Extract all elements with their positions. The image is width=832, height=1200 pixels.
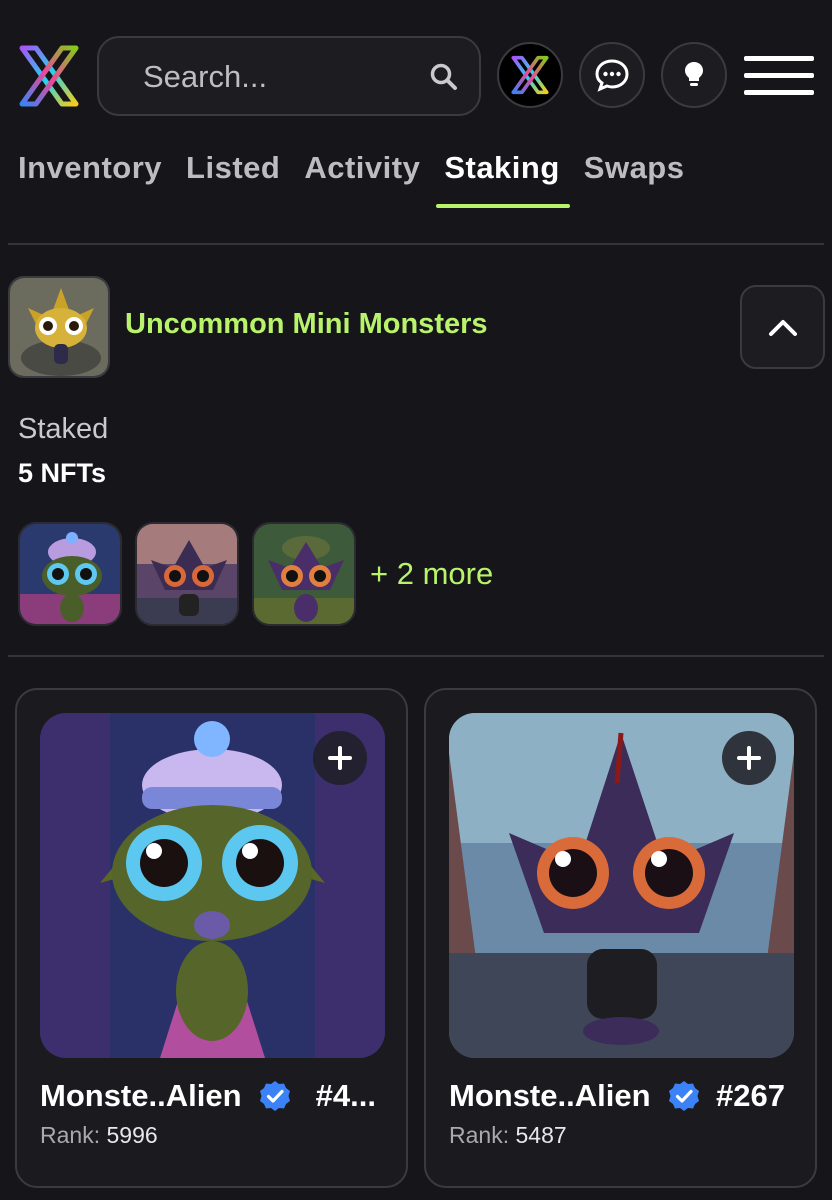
nft-rank: Rank: 5996 [40, 1122, 158, 1149]
divider [8, 655, 824, 657]
search-box[interactable] [97, 36, 481, 116]
nft-card[interactable]: Monste..Alien #4... Rank: 5996 [15, 688, 408, 1188]
verified-badge-icon [258, 1079, 292, 1113]
nft-card[interactable]: Monste..Alien #267 Rank: 5487 [424, 688, 817, 1188]
profile-tabs: Inventory Listed Activity Staking Swaps [18, 150, 709, 208]
collection-thumbnail[interactable] [8, 276, 110, 378]
tips-button[interactable] [661, 42, 727, 108]
more-staked-link[interactable]: + 2 more [370, 556, 493, 592]
header [0, 0, 832, 140]
divider [8, 243, 824, 245]
staked-nft-thumbnail[interactable] [18, 522, 122, 626]
hamburger-menu-icon[interactable] [744, 56, 816, 96]
chat-button[interactable] [579, 42, 645, 108]
rank-label: Rank: [449, 1122, 510, 1148]
nft-image[interactable] [40, 713, 385, 1058]
wallet-button[interactable] [497, 42, 563, 108]
tab-swaps[interactable]: Swaps [584, 150, 685, 208]
chevron-up-icon [768, 320, 797, 336]
chat-icon [595, 59, 629, 92]
nft-rank: Rank: 5487 [449, 1122, 567, 1149]
staked-count: 5 NFTs [18, 458, 107, 488]
staked-nft-thumbnail[interactable] [135, 522, 239, 626]
tab-staking[interactable]: Staking [436, 150, 571, 208]
search-icon[interactable] [429, 62, 459, 92]
search-input[interactable] [143, 58, 413, 96]
app-logo-icon [511, 55, 549, 95]
collapse-button[interactable] [740, 285, 825, 369]
tab-activity[interactable]: Activity [304, 150, 420, 208]
verified-badge-icon [667, 1079, 701, 1113]
nft-title: Monste..Alien [449, 1078, 651, 1113]
rank-label: Rank: [40, 1122, 101, 1148]
app-logo-icon[interactable] [14, 42, 84, 110]
add-button[interactable] [313, 731, 367, 785]
nft-id: #4... [315, 1078, 376, 1113]
nft-id: #267 [716, 1078, 785, 1113]
nft-title: Monste..Alien [40, 1078, 242, 1113]
rank-value: 5487 [515, 1122, 567, 1148]
lightbulb-icon [685, 62, 703, 86]
plus-icon [737, 746, 761, 770]
tab-listed[interactable]: Listed [186, 150, 280, 208]
rank-value: 5996 [106, 1122, 158, 1148]
add-button[interactable] [722, 731, 776, 785]
tab-inventory[interactable]: Inventory [18, 150, 162, 208]
collection-name[interactable]: Uncommon Mini Monsters [125, 308, 488, 341]
staked-label: Staked [18, 413, 109, 445]
nft-image[interactable] [449, 713, 794, 1058]
staked-nft-thumbnail[interactable] [252, 522, 356, 626]
plus-icon [328, 746, 352, 770]
